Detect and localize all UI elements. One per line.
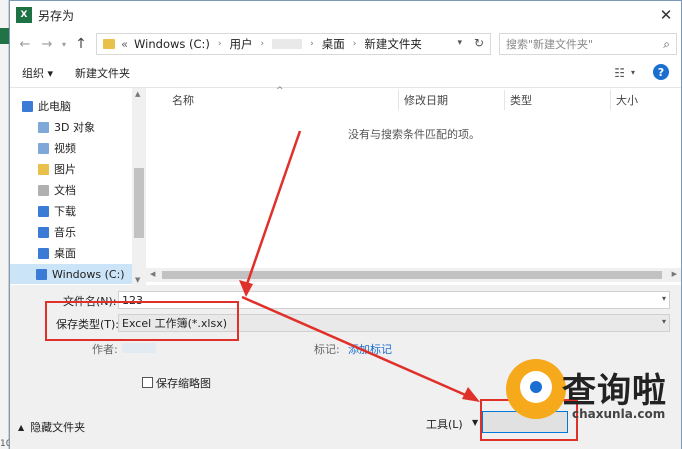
column-type[interactable]: 类型 [510,92,532,108]
cube-icon [38,121,49,133]
scroll-thumb[interactable] [162,271,662,279]
music-icon [38,226,49,238]
arrow-up-icon: ↑ [75,36,87,52]
hide-folders-button[interactable]: ▲ 隐藏文件夹 [18,419,85,435]
help-icon[interactable]: ? [653,64,669,80]
scroll-up-icon[interactable]: ▲ [135,90,140,98]
breadcrumb-users[interactable]: 用户 [230,36,253,52]
nav-scrollbar[interactable]: ▲ ▼ [132,88,146,286]
video-icon [38,142,49,154]
chaxunla-watermark: 查询啦 chaxunla.com [498,355,680,431]
folder-icon [103,39,115,49]
annotation-savetype-box [45,301,239,341]
chevron-down-icon[interactable]: ▾ [662,294,666,303]
address-bar[interactable]: « Windows (C:) › 用户 › › 桌面 › 新建文件夹 ▾ ↻ [96,33,491,55]
nav-item-label: 下载 [54,205,76,218]
column-size[interactable]: 大小 [616,92,638,108]
author-value-redacted[interactable] [122,343,156,353]
thumbnail-checkbox[interactable] [142,377,153,388]
excel-background: 10 [0,0,11,449]
breadcrumb-overflow[interactable]: « [121,37,128,51]
close-button[interactable]: ✕ [651,1,681,29]
up-button[interactable]: ↑ [70,33,92,55]
chevron-down-icon[interactable]: ▾ [662,317,666,326]
forward-button[interactable]: → [36,33,58,55]
desktop-icon [38,247,49,259]
arrow-left-icon: ← [19,36,31,52]
thumbnail-label: 保存缩略图 [156,377,211,390]
chevron-right-icon[interactable]: › [261,39,265,49]
tools-button[interactable]: 工具(L) [426,416,463,432]
sort-up-icon: ^ [276,86,284,96]
excel-green-marker [0,28,9,44]
refresh-icon[interactable]: ↻ [474,36,484,50]
nav-item-label: 桌面 [54,247,76,260]
column-name[interactable]: 名称 [172,92,194,108]
column-divider[interactable] [504,90,505,110]
breadcrumb-drive[interactable]: Windows (C:) [134,37,210,51]
breadcrumb-username-redacted[interactable] [272,39,303,49]
command-toolbar: 组织 ▾ 新建文件夹 ☷ ▾ ? [10,59,681,87]
logo-site-text: chaxunla.com [572,407,666,421]
computer-icon [22,100,33,112]
browser-area: 此电脑 3D 对象 视频 图片 文档 下载 音乐 桌面 Windows (C:)… [10,86,681,286]
nav-item-this-pc[interactable]: 此电脑 [22,96,144,116]
nav-item-label: 图片 [54,163,76,176]
documents-icon [38,184,49,196]
hide-folders-label: 隐藏文件夹 [30,421,86,434]
nav-item-label: 此电脑 [38,100,71,113]
scroll-left-icon[interactable]: ◀ [150,270,155,278]
nav-item-label: Windows (C:) [52,267,125,281]
chevron-right-icon[interactable]: › [310,39,314,49]
nav-item-label: 音乐 [54,226,76,239]
scroll-down-icon[interactable]: ▼ [135,276,140,284]
chevron-down-icon: ▾ [61,39,66,49]
chevron-down-icon[interactable]: ▼ [472,418,478,427]
new-folder-button[interactable]: 新建文件夹 [75,65,130,81]
view-options-icon[interactable]: ☷ [614,66,625,80]
add-tags-link[interactable]: 添加标记 [348,341,392,357]
nav-item-label: 视频 [54,142,76,155]
tags-label: 标记: [314,343,340,356]
organize-button[interactable]: 组织 ▾ [22,65,53,81]
drive-icon [36,268,47,280]
pictures-icon [38,163,49,175]
search-placeholder: 搜索"新建文件夹" [506,38,594,51]
download-icon [38,205,49,217]
recent-dropdown[interactable]: ▾ [58,33,70,55]
chevron-up-icon: ▲ [18,422,25,432]
column-divider[interactable] [610,90,611,110]
author-label: 作者: [92,343,118,356]
column-divider[interactable] [398,90,399,110]
dialog-title: 另存为 [38,8,75,23]
nav-item-label: 3D 对象 [54,121,95,134]
chevron-right-icon[interactable]: › [353,39,357,49]
title-bar: X 另存为 ✕ [10,1,681,29]
excel-app-icon: X [16,7,32,23]
chevron-right-icon[interactable]: › [218,39,222,49]
address-row: ← → ▾ ↑ « Windows (C:) › 用户 › › 桌面 › 新建文… [10,29,681,59]
horizontal-scrollbar[interactable]: ◀ ▶ [146,268,681,282]
breadcrumb-desktop[interactable]: 桌面 [322,36,345,52]
chevron-down-icon[interactable]: ▾ [631,68,635,77]
arrow-right-icon: → [41,36,53,52]
column-modified[interactable]: 修改日期 [404,92,448,108]
close-icon: ✕ [659,6,673,24]
empty-message: 没有与搜索条件匹配的项。 [348,128,480,141]
breadcrumb-new-folder[interactable]: 新建文件夹 [364,36,422,52]
search-box[interactable]: 搜索"新建文件夹" ⌕ [499,33,677,55]
navigation-pane: 此电脑 3D 对象 视频 图片 文档 下载 音乐 桌面 Windows (C:)… [10,88,146,286]
file-list: 名称 ^ 修改日期 类型 大小 没有与搜索条件匹配的项。 ◀ ▶ [146,86,681,286]
nav-item-windows-c[interactable]: Windows (C:) [10,264,132,284]
search-icon[interactable]: ⌕ [663,37,670,52]
scroll-right-icon[interactable]: ▶ [672,270,677,278]
logo-dot-icon [530,381,542,393]
back-button[interactable]: ← [14,33,36,55]
logo-brand-text: 查询啦 [562,371,667,411]
chevron-down-icon[interactable]: ▾ [457,38,462,48]
nav-item-label: 文档 [54,184,76,197]
scroll-thumb[interactable] [134,168,144,238]
